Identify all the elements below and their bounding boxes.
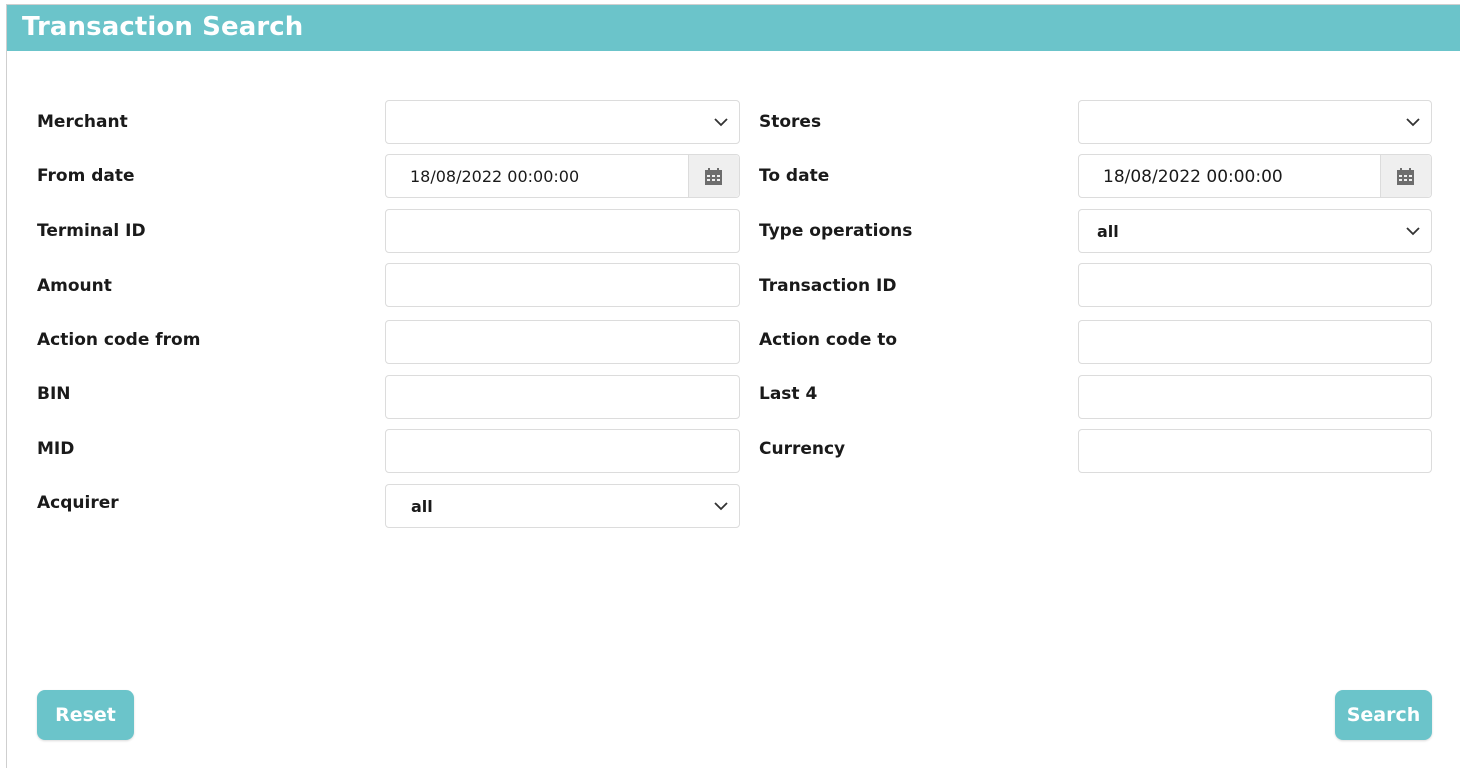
action-code-from-field[interactable] bbox=[386, 321, 739, 363]
acquirer-label: Acquirer bbox=[37, 493, 119, 513]
terminal-id-field[interactable] bbox=[386, 210, 739, 252]
mid-field[interactable] bbox=[386, 430, 739, 472]
calendar-icon bbox=[705, 168, 722, 185]
bin-field[interactable] bbox=[386, 376, 739, 418]
transaction-id-field[interactable] bbox=[1079, 264, 1431, 306]
amount-field[interactable] bbox=[386, 264, 739, 306]
merchant-label: Merchant bbox=[37, 112, 128, 132]
stores-select[interactable] bbox=[1078, 100, 1432, 144]
type-operations-selected-value: all bbox=[1097, 222, 1119, 241]
transaction-search-panel: Transaction Search Merchant From date Te… bbox=[6, 4, 1460, 768]
reset-button[interactable]: Reset bbox=[37, 690, 134, 740]
mid-label: MID bbox=[37, 439, 75, 459]
mid-input[interactable] bbox=[385, 429, 740, 473]
chevron-down-icon bbox=[1406, 227, 1420, 236]
acquirer-select[interactable]: all bbox=[385, 484, 740, 528]
action-code-to-field[interactable] bbox=[1079, 321, 1431, 363]
action-code-from-input[interactable] bbox=[385, 320, 740, 364]
amount-input[interactable] bbox=[385, 263, 740, 307]
currency-field[interactable] bbox=[1079, 430, 1431, 472]
page-title: Transaction Search bbox=[22, 12, 304, 42]
last4-field[interactable] bbox=[1079, 376, 1431, 418]
merchant-select[interactable] bbox=[385, 100, 740, 144]
to-date-calendar-button[interactable] bbox=[1380, 155, 1431, 197]
transaction-id-label: Transaction ID bbox=[759, 276, 897, 296]
transaction-id-input[interactable] bbox=[1078, 263, 1432, 307]
panel-header: Transaction Search bbox=[7, 5, 1460, 51]
from-date-calendar-button[interactable] bbox=[688, 155, 739, 197]
currency-label: Currency bbox=[759, 439, 846, 459]
terminal-id-label: Terminal ID bbox=[37, 221, 146, 241]
from-date-value: 18/08/2022 00:00:00 bbox=[410, 167, 580, 186]
chevron-down-icon bbox=[714, 502, 728, 511]
terminal-id-input[interactable] bbox=[385, 209, 740, 253]
to-date-value: 18/08/2022 00:00:00 bbox=[1103, 167, 1283, 187]
last4-label: Last 4 bbox=[759, 384, 818, 404]
bin-input[interactable] bbox=[385, 375, 740, 419]
type-operations-label: Type operations bbox=[759, 221, 913, 241]
amount-label: Amount bbox=[37, 276, 112, 296]
acquirer-selected-value: all bbox=[411, 497, 433, 516]
currency-input[interactable] bbox=[1078, 429, 1432, 473]
bin-label: BIN bbox=[37, 384, 71, 404]
action-code-from-label: Action code from bbox=[37, 330, 201, 350]
search-button[interactable]: Search bbox=[1335, 690, 1432, 740]
from-date-picker[interactable]: 18/08/2022 00:00:00 bbox=[385, 154, 740, 198]
chevron-down-icon bbox=[714, 118, 728, 127]
to-date-picker[interactable]: 18/08/2022 00:00:00 bbox=[1078, 154, 1432, 198]
type-operations-select[interactable]: all bbox=[1078, 209, 1432, 253]
from-date-label: From date bbox=[37, 166, 135, 186]
action-code-to-input[interactable] bbox=[1078, 320, 1432, 364]
chevron-down-icon bbox=[1406, 118, 1420, 127]
calendar-icon bbox=[1397, 168, 1414, 185]
to-date-label: To date bbox=[759, 166, 830, 186]
last4-input[interactable] bbox=[1078, 375, 1432, 419]
stores-label: Stores bbox=[759, 112, 822, 132]
action-code-to-label: Action code to bbox=[759, 330, 898, 350]
